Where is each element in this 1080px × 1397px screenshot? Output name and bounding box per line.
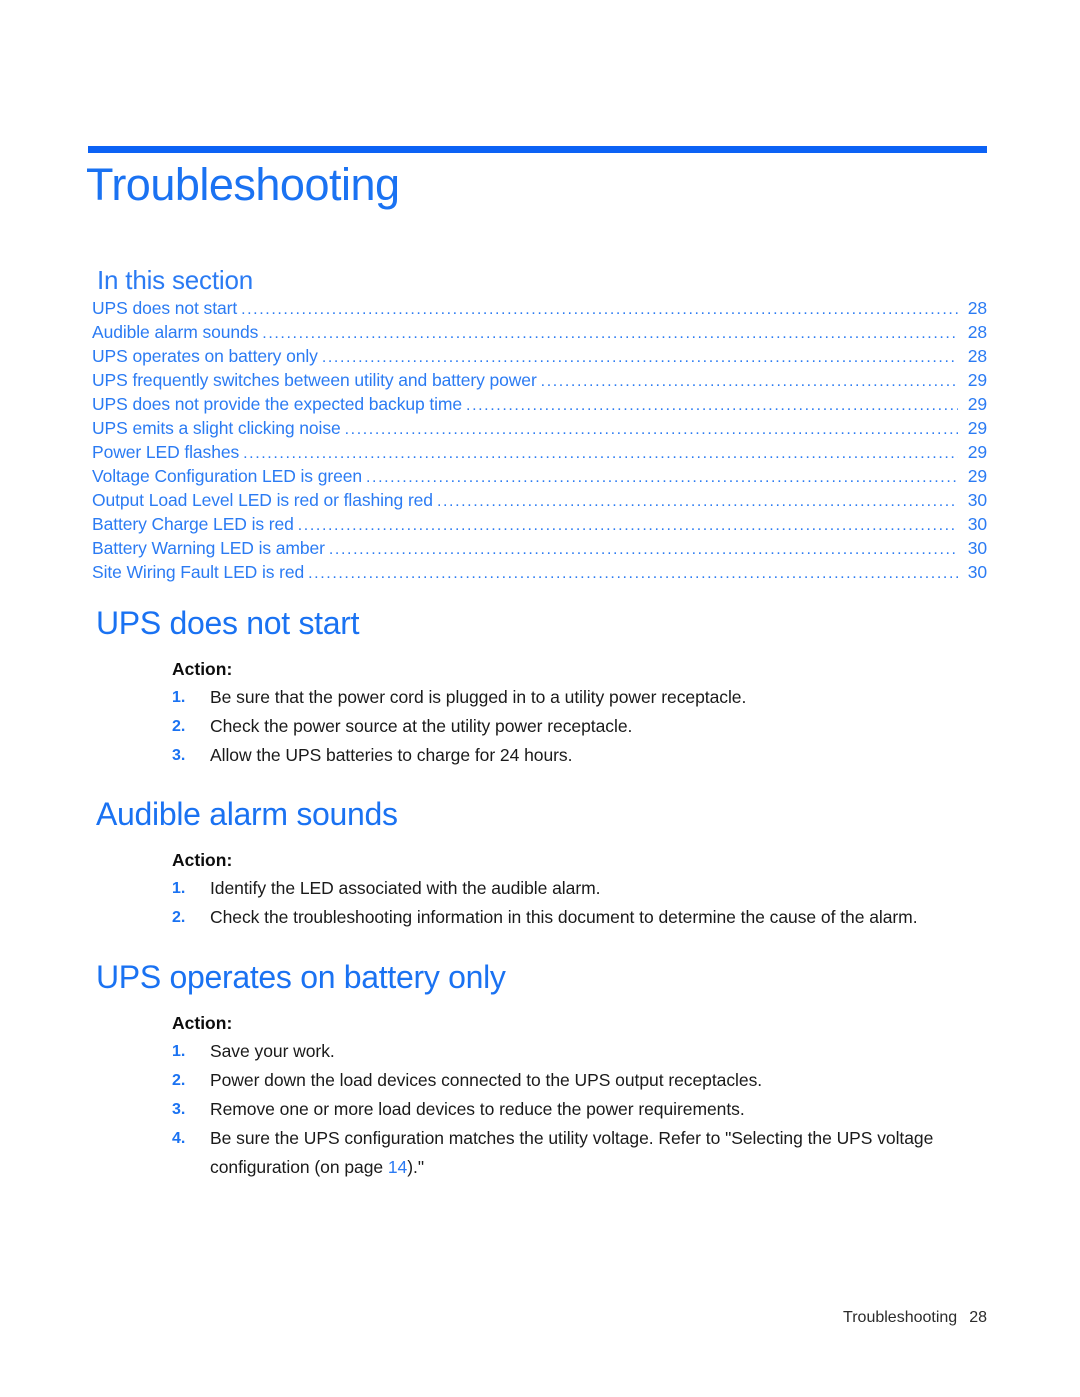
toc-entry[interactable]: UPS emits a slight clicking noise ......… — [92, 417, 987, 441]
list-item-number: 2. — [172, 1072, 186, 1089]
toc-entry-label: Power LED flashes — [92, 442, 240, 462]
page-title: Troubleshooting — [86, 159, 400, 210]
toc-entry-page: 28 — [967, 346, 987, 366]
in-this-section-heading: In this section — [97, 265, 253, 295]
list-item-text: Identify the LED associated with the aud… — [210, 878, 601, 898]
toc-entry-label: UPS does not start — [92, 298, 238, 318]
list-item: 3. Remove one or more load devices to re… — [172, 1095, 972, 1124]
list-item-text: Save your work. — [210, 1041, 335, 1061]
footer-chapter-name: Troubleshooting — [843, 1309, 958, 1326]
toc-entry-label: Output Load Level LED is red or flashing… — [92, 490, 433, 510]
list-item: 4. Be sure the UPS configuration matches… — [172, 1124, 972, 1182]
list-item: 1. Be sure that the power cord is plugge… — [172, 683, 972, 712]
toc-entry-page: 30 — [967, 562, 987, 582]
toc-entry-page: 30 — [967, 514, 987, 534]
toc-entry-page: 28 — [967, 298, 987, 318]
toc-entry-page: 29 — [967, 394, 987, 414]
section-heading-ups-does-not-start: UPS does not start — [96, 605, 360, 641]
toc-entry-label: UPS frequently switches between utility … — [92, 370, 537, 390]
toc-leader-dots: ........................................… — [365, 469, 958, 486]
toc-entry[interactable]: Battery Charge LED is red ..............… — [92, 513, 987, 537]
toc-entry-page: 28 — [967, 322, 987, 342]
list-item-text: Allow the UPS batteries to charge for 24… — [210, 745, 573, 765]
toc-leader-dots: ........................................… — [328, 541, 958, 558]
list-item-number: 1. — [172, 880, 186, 897]
list-item: 2. Power down the load devices connected… — [172, 1066, 972, 1095]
list-item-number: 2. — [172, 909, 186, 926]
toc-entry[interactable]: Voltage Configuration LED is green .....… — [92, 465, 987, 489]
list-item-text-with-xref: Be sure the UPS configuration matches th… — [210, 1124, 972, 1182]
list-item-text-after: )." — [407, 1157, 425, 1177]
list-item: 1. Identify the LED associated with the … — [172, 874, 972, 903]
section-heading-ups-operates-on-battery-only: UPS operates on battery only — [96, 959, 506, 995]
toc-entry-label: Audible alarm sounds — [92, 322, 259, 342]
toc-entry[interactable]: UPS does not provide the expected backup… — [92, 393, 987, 417]
toc-entry-label: Battery Warning LED is amber — [92, 538, 325, 558]
table-of-contents: UPS does not start .....................… — [92, 297, 987, 585]
action-label: Action: — [172, 850, 233, 870]
document-page: Troubleshooting In this section UPS does… — [0, 0, 1080, 1397]
list-item-number: 1. — [172, 689, 186, 706]
toc-entry[interactable]: Output Load Level LED is red or flashing… — [92, 489, 987, 513]
list-item: 2. Check the troubleshooting information… — [172, 903, 972, 932]
action-steps-list: 1. Be sure that the power cord is plugge… — [172, 683, 972, 770]
toc-entry-label: Voltage Configuration LED is green — [92, 466, 362, 486]
section-heading-audible-alarm-sounds: Audible alarm sounds — [96, 796, 398, 832]
toc-entry-label: UPS does not provide the expected backup… — [92, 394, 463, 414]
list-item-text: Check the troubleshooting information in… — [210, 907, 918, 927]
list-item-number: 1. — [172, 1043, 186, 1060]
toc-entry[interactable]: Power LED flashes ......................… — [92, 441, 987, 465]
toc-leader-dots: ........................................… — [243, 445, 958, 462]
toc-entry-label: Battery Charge LED is red — [92, 514, 294, 534]
toc-entry[interactable]: Site Wiring Fault LED is red ...........… — [92, 561, 987, 585]
list-item-text: Remove one or more load devices to reduc… — [210, 1099, 745, 1119]
list-item-text: Power down the load devices connected to… — [210, 1070, 763, 1090]
toc-entry-label: UPS operates on battery only — [92, 346, 318, 366]
toc-leader-dots: ........................................… — [466, 397, 958, 414]
toc-entry-page: 29 — [967, 466, 987, 486]
toc-entry[interactable]: Audible alarm sounds ...................… — [92, 321, 987, 345]
footer-page-number: 28 — [969, 1309, 987, 1326]
list-item-number: 2. — [172, 718, 186, 735]
toc-entry-page: 30 — [967, 538, 987, 558]
toc-leader-dots: ........................................… — [344, 421, 958, 438]
toc-entry-label: Site Wiring Fault LED is red — [92, 562, 305, 582]
list-item: 2. Check the power source at the utility… — [172, 712, 972, 741]
toc-leader-dots: ........................................… — [241, 301, 958, 318]
toc-entry[interactable]: UPS frequently switches between utility … — [92, 369, 987, 393]
toc-entry-page: 29 — [967, 370, 987, 390]
list-item-number: 4. — [172, 1130, 186, 1147]
toc-leader-dots: ........................................… — [540, 373, 958, 390]
list-item-number: 3. — [172, 1101, 186, 1118]
list-item-text: Check the power source at the utility po… — [210, 716, 633, 736]
page-footer: Troubleshooting 28 — [0, 1308, 987, 1328]
page-cross-reference-link[interactable]: 14 — [388, 1157, 407, 1177]
toc-entry[interactable]: UPS does not start .....................… — [92, 297, 987, 321]
toc-leader-dots: ........................................… — [262, 325, 958, 342]
toc-entry-label: UPS emits a slight clicking noise — [92, 418, 341, 438]
action-steps-list: 1. Identify the LED associated with the … — [172, 874, 972, 932]
toc-entry-page: 29 — [967, 418, 987, 438]
toc-leader-dots: ........................................… — [297, 517, 958, 534]
toc-entry[interactable]: Battery Warning LED is amber ...........… — [92, 537, 987, 561]
list-item: 3. Allow the UPS batteries to charge for… — [172, 741, 972, 770]
action-steps-list: 1. Save your work. 2. Power down the loa… — [172, 1037, 972, 1182]
toc-entry-page: 29 — [967, 442, 987, 462]
toc-entry[interactable]: UPS operates on battery only ...........… — [92, 345, 987, 369]
list-item-number: 3. — [172, 747, 186, 764]
list-item: 1. Save your work. — [172, 1037, 972, 1066]
toc-leader-dots: ........................................… — [436, 493, 958, 510]
list-item-text-before: Be sure the UPS configuration matches th… — [210, 1128, 934, 1177]
toc-entry-page: 30 — [967, 490, 987, 510]
action-label: Action: — [172, 1013, 233, 1033]
toc-leader-dots: ........................................… — [321, 349, 958, 366]
action-label: Action: — [172, 659, 233, 679]
list-item-text: Be sure that the power cord is plugged i… — [210, 687, 747, 707]
toc-leader-dots: ........................................… — [308, 565, 958, 582]
chapter-rule — [88, 146, 987, 153]
